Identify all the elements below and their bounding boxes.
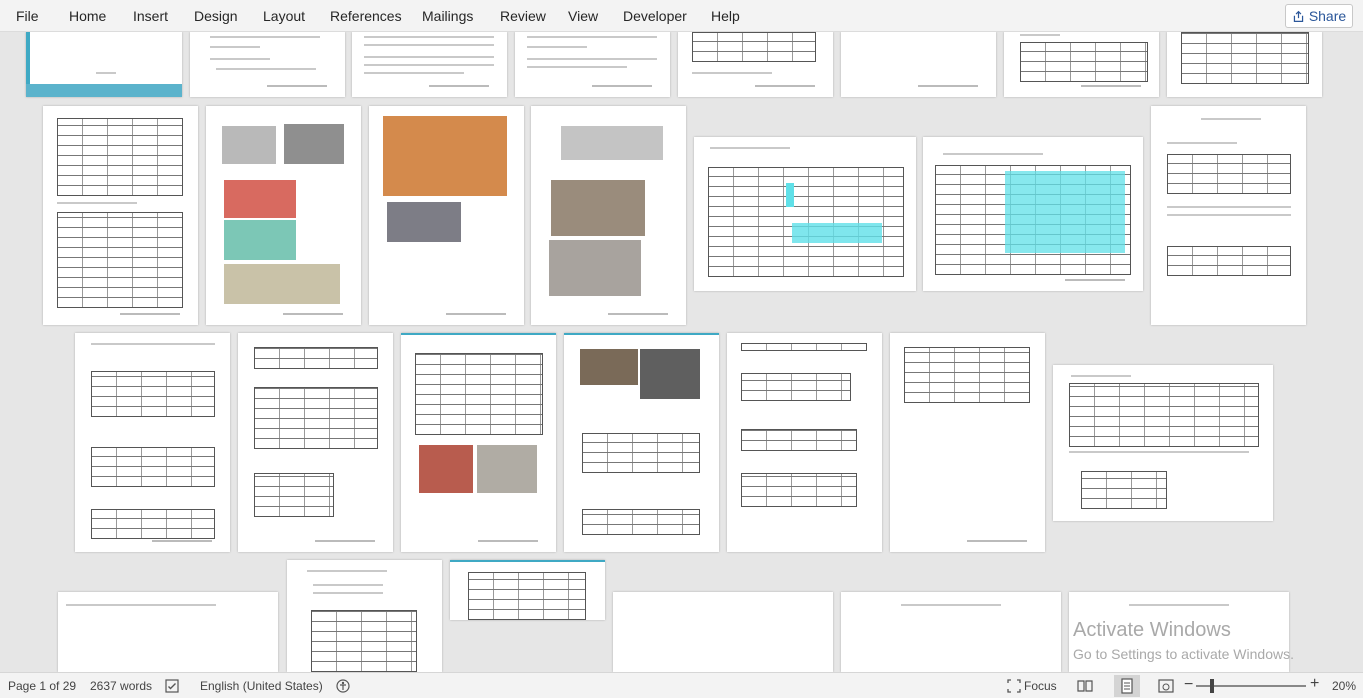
document-page[interactable] [890, 333, 1045, 552]
document-page[interactable] [694, 137, 916, 291]
share-label: Share [1308, 8, 1347, 24]
document-page[interactable] [352, 32, 507, 97]
word-count[interactable]: 2637 words [90, 679, 152, 693]
document-page[interactable] [58, 592, 278, 672]
document-page[interactable] [450, 560, 605, 620]
tab-file[interactable]: File [16, 8, 39, 24]
document-page[interactable] [401, 333, 556, 552]
document-page[interactable] [841, 32, 996, 97]
document-page[interactable] [515, 32, 670, 97]
document-page[interactable] [1053, 365, 1273, 521]
document-page[interactable] [531, 106, 686, 325]
document-page[interactable] [190, 32, 345, 97]
focus-button[interactable]: Focus [1024, 679, 1057, 693]
document-page[interactable] [287, 560, 442, 672]
tab-layout[interactable]: Layout [263, 8, 305, 24]
document-page[interactable] [613, 592, 833, 672]
print-layout-icon[interactable] [1119, 678, 1135, 694]
accessibility-icon[interactable] [335, 678, 351, 694]
document-page[interactable] [26, 32, 182, 97]
document-page[interactable] [238, 333, 393, 552]
document-canvas[interactable] [0, 32, 1363, 672]
document-page[interactable] [678, 32, 833, 97]
tab-view[interactable]: View [568, 8, 598, 24]
tab-home[interactable]: Home [69, 8, 106, 24]
share-icon [1293, 10, 1303, 22]
document-page[interactable] [1167, 32, 1322, 97]
document-page[interactable] [564, 333, 719, 552]
ribbon-tab-bar: File Home Insert Design Layout Reference… [0, 0, 1363, 32]
document-page[interactable] [1004, 32, 1159, 97]
document-page[interactable] [75, 333, 230, 552]
status-bar: Page 1 of 29 2637 words English (United … [0, 672, 1363, 698]
tab-review[interactable]: Review [500, 8, 546, 24]
watermark-title: Activate Windows [1073, 619, 1231, 641]
language[interactable]: English (United States) [200, 679, 323, 693]
watermark-subtitle: Go to Settings to activate Windows. [1073, 646, 1294, 662]
tab-design[interactable]: Design [194, 8, 238, 24]
page-count[interactable]: Page 1 of 29 [8, 679, 76, 693]
web-layout-icon[interactable] [1158, 678, 1174, 694]
document-page[interactable] [1151, 106, 1306, 325]
document-page[interactable] [923, 137, 1143, 291]
share-button[interactable]: Share [1285, 4, 1353, 28]
document-page[interactable] [727, 333, 882, 552]
zoom-in-button[interactable]: + [1310, 675, 1319, 693]
tab-developer[interactable]: Developer [623, 8, 687, 24]
activate-windows-watermark: Activate Windows Go to Settings to activ… [1073, 619, 1294, 662]
read-mode-icon[interactable] [1077, 678, 1093, 694]
zoom-slider-thumb[interactable] [1210, 679, 1214, 693]
tab-help[interactable]: Help [711, 8, 740, 24]
document-page[interactable] [206, 106, 361, 325]
proofing-icon[interactable] [164, 678, 180, 694]
tab-references[interactable]: References [330, 8, 402, 24]
tab-mailings[interactable]: Mailings [422, 8, 473, 24]
tab-insert[interactable]: Insert [133, 8, 168, 24]
document-page[interactable] [43, 106, 198, 325]
focus-icon[interactable] [1006, 678, 1022, 694]
zoom-level[interactable]: 20% [1332, 679, 1356, 693]
document-page[interactable] [369, 106, 524, 325]
document-page[interactable] [841, 592, 1061, 672]
zoom-out-button[interactable]: − [1184, 676, 1193, 694]
